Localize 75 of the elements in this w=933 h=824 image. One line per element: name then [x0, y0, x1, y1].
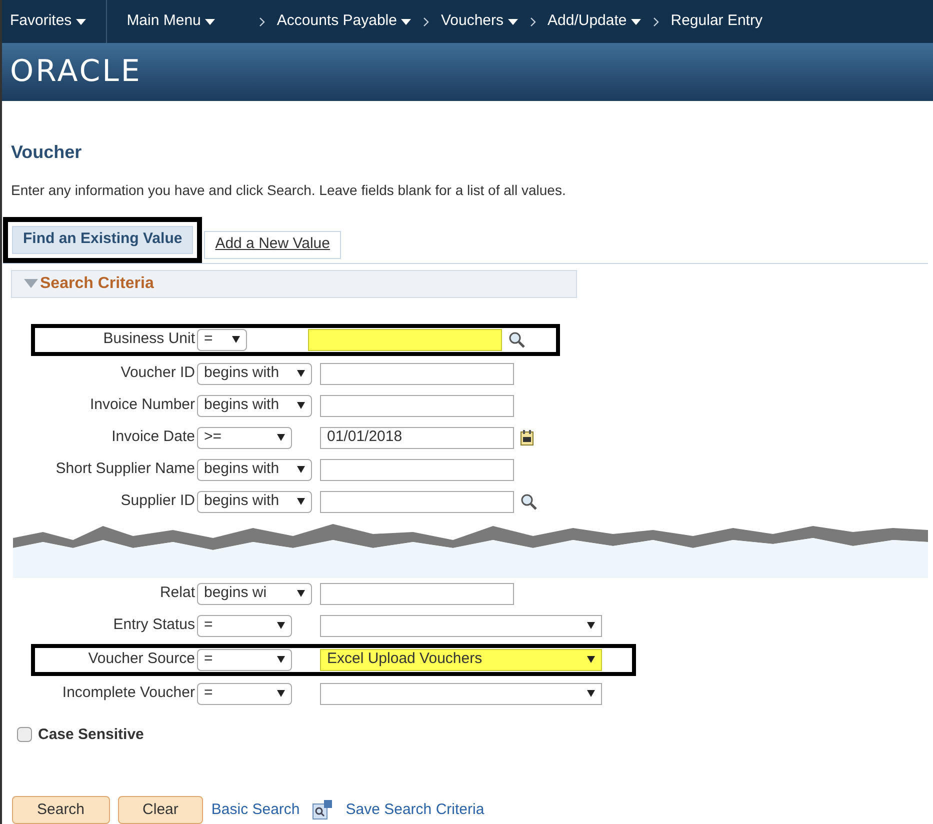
page-title: Voucher: [11, 140, 83, 164]
operator-select[interactable]: >=: [197, 426, 292, 448]
value-field[interactable]: 01/01/2018: [320, 426, 514, 448]
dropdown-arrow-icon: [232, 336, 240, 343]
calendar-icon[interactable]: [520, 430, 534, 446]
field-label: Invoice Date: [110, 427, 195, 448]
nav-menu-item[interactable]: Add/Update: [548, 10, 641, 33]
value-field[interactable]: [308, 328, 502, 350]
field-label: Entry Status: [112, 615, 195, 636]
nav-menu-item[interactable]: Favorites: [10, 10, 86, 33]
field-label: Business Unit: [102, 329, 195, 350]
caret-icon: [630, 18, 641, 24]
operator-select[interactable]: begins with: [197, 362, 312, 384]
nav-menu-item[interactable]: Accounts Payable: [276, 10, 411, 33]
checkbox[interactable]: [17, 727, 32, 742]
dropdown-arrow-icon: [277, 434, 285, 441]
dropdown-arrow-icon: [587, 622, 595, 629]
dropdown-arrow-icon: [297, 466, 305, 473]
action-button[interactable]: Search: [12, 796, 110, 824]
section-header[interactable]: Search Criteria: [11, 270, 577, 298]
save-search-icon[interactable]: [312, 799, 334, 821]
dropdown-arrow-icon: [587, 656, 595, 663]
action-button[interactable]: Clear: [118, 796, 204, 824]
field-label: Supplier ID: [120, 491, 195, 512]
value-select[interactable]: [320, 682, 602, 704]
operator-select[interactable]: begins wi: [197, 582, 312, 604]
caret-icon: [76, 18, 86, 24]
field-label: Voucher Source: [87, 649, 195, 670]
checkbox-label: Case Sensitive: [38, 724, 144, 744]
field-label: Short Supplier Name: [54, 459, 195, 480]
caret-icon: [400, 18, 411, 24]
nav-menu-item[interactable]: Main Menu: [126, 10, 247, 33]
dropdown-arrow-icon: [277, 656, 285, 663]
chevron-icon: [422, 16, 429, 26]
dropdown-arrow-icon: [297, 370, 305, 377]
chevron-icon: [652, 16, 659, 26]
value-field[interactable]: [320, 394, 514, 416]
chevron-icon: [530, 16, 536, 26]
logo: ORACLE: [10, 53, 142, 92]
nav-menu-item[interactable]: Regular Entry: [670, 10, 762, 33]
value-field[interactable]: [320, 490, 514, 512]
operator-select[interactable]: begins with: [197, 394, 312, 416]
caret-icon: [508, 18, 518, 24]
tab[interactable]: Find an Existing Value: [12, 226, 194, 254]
value-field[interactable]: [320, 458, 514, 480]
value-select[interactable]: Excel Upload Vouchers: [320, 648, 602, 670]
operator-select[interactable]: =: [197, 328, 247, 350]
caret-icon: [204, 18, 215, 24]
dropdown-arrow-icon: [297, 498, 305, 505]
value-field[interactable]: [320, 362, 514, 384]
link[interactable]: Basic Search: [211, 798, 300, 822]
dropdown-arrow-icon: [297, 402, 305, 409]
dropdown-arrow-icon: [277, 622, 285, 629]
value-select[interactable]: [320, 614, 602, 636]
tab[interactable]: Add a New Value: [204, 230, 341, 258]
operator-select[interactable]: =: [197, 614, 292, 636]
dropdown-arrow-icon: [277, 690, 285, 697]
field-label: Invoice Number: [88, 395, 195, 416]
operator-select[interactable]: =: [197, 648, 292, 670]
nav-menu-item[interactable]: Vouchers: [440, 10, 518, 33]
operator-select[interactable]: =: [197, 682, 292, 704]
instructions-text: Enter any information you have and click Search. Leave fields blank for a list of all values.: [11, 180, 567, 200]
dropdown-arrow-icon: [297, 590, 305, 597]
field-label: Voucher ID: [120, 363, 195, 384]
search-icon[interactable]: [520, 492, 538, 510]
chevron-icon: [258, 16, 265, 26]
operator-select[interactable]: begins with: [197, 458, 312, 480]
value-field[interactable]: [320, 582, 514, 604]
link[interactable]: Save Search Criteria: [346, 798, 484, 822]
operator-select[interactable]: begins with: [197, 490, 312, 512]
field-label: Incomplete Voucher: [61, 683, 195, 704]
field-label: Relat: [158, 583, 195, 604]
dropdown-arrow-icon: [587, 690, 595, 697]
search-icon[interactable]: [508, 330, 526, 348]
collapse-triangle-icon: [24, 279, 38, 288]
